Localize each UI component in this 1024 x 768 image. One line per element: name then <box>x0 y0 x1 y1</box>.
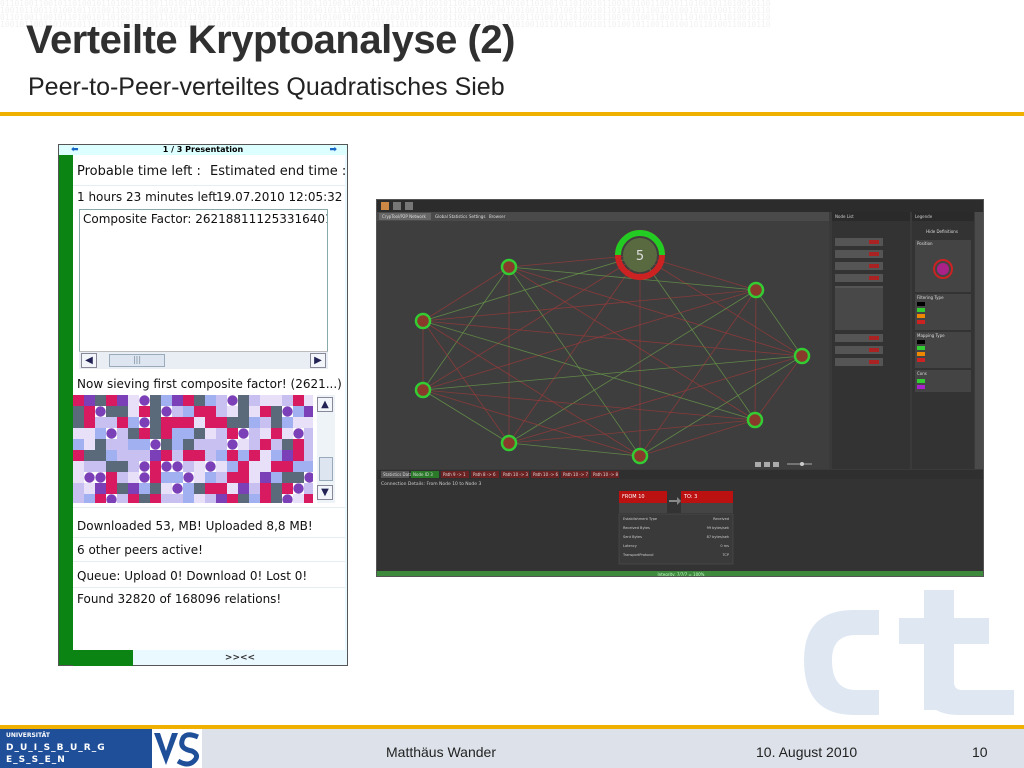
footer-author: Matthäus Wander <box>386 744 496 760</box>
svg-text:Position: Position <box>917 241 933 246</box>
detail-row-value: 99 bytes/sek <box>707 526 730 530</box>
peers-status: 6 other peers active! <box>77 543 203 557</box>
tab-settings: Settings <box>469 214 485 219</box>
connection-tab: Path 10 -> 7 <box>563 472 588 477</box>
legend-button: Hide Definitions <box>926 229 958 234</box>
vertical-scroll-thumb[interactable] <box>319 457 333 481</box>
ct-watermark-logo <box>804 590 1014 715</box>
tab-network: CrypTool/P2P Network <box>382 214 426 219</box>
detail-row-value: Received <box>713 517 729 521</box>
detail-row-label: Latency <box>623 544 637 548</box>
detail-row-label: Sent Bytes <box>623 535 642 539</box>
slide-title: Verteilte Kryptoanalyse (2) <box>26 18 515 62</box>
detail-row-value: 0 ms <box>720 544 729 548</box>
bottom-status: Integrity: 7/7/7 = 100% <box>658 572 705 577</box>
detail-row-label: Establishment Type <box>623 517 657 521</box>
time-left-value: 1 hours 23 minutes left <box>77 190 217 204</box>
queue-status: Queue: Upload 0! Download 0! Lost 0! <box>77 569 308 583</box>
slide-subtitle: Peer-to-Peer-verteiltes Quadratisches Si… <box>28 73 505 101</box>
connection-tab: Path 8 -> 6 <box>473 472 496 477</box>
window-title: 1 / 3 Presentation <box>162 145 244 154</box>
connection-tab: Node ID 3 <box>413 472 433 477</box>
horizontal-scrollbar[interactable]: ◀ ||| ▶ <box>79 351 328 369</box>
connection-details-title: Connection Details: From Node 10 to Node… <box>381 481 481 487</box>
sieving-status: Now sieving first composite factor! (262… <box>77 377 342 391</box>
connection-tab: Path 10 -> 6 <box>533 472 558 477</box>
title-divider <box>0 112 1024 116</box>
university-logo: UNIVERSITÄT D_U_I_S_B_U_R_G E_S_S_E_N <box>0 729 152 768</box>
connection-tab: Path 10 -> 3 <box>503 472 528 477</box>
sieve-visualization <box>73 395 313 503</box>
vertical-scrollbar[interactable]: ▲ ▼ <box>317 395 335 503</box>
tab-global-stats: Global Statistics <box>435 214 467 219</box>
connection-tab: Statistics Data <box>383 472 413 477</box>
estimated-end-label: Estimated end time : <box>210 164 347 179</box>
network-visualization-screenshot: CrypTool/P2P Network Global Statistics S… <box>376 199 984 577</box>
detail-row-label: TransportProtocol <box>622 553 654 557</box>
slide-footer: UNIVERSITÄT D_U_I_S_B_U_R_G E_S_S_E_N <box>0 725 1024 768</box>
transfer-status: Downloaded 53, MB! Uploaded 8,8 MB! <box>77 519 313 533</box>
detail-row-label: Received Bytes <box>623 526 650 530</box>
to-label: TO: 3 <box>683 494 697 500</box>
node-list-title: Node List <box>835 214 854 219</box>
tab-browser: Browser <box>489 214 506 219</box>
network-graph-svg: CrypTool/P2P Network Global Statistics S… <box>377 200 983 577</box>
connection-tab: Path 10 -> 8 <box>593 472 618 477</box>
composite-factor-textbox[interactable]: Composite Factor: 2621881112533164012689… <box>79 209 328 369</box>
legend-title: Legende <box>915 214 933 219</box>
probable-time-label: Probable time left : <box>77 164 201 179</box>
svg-text:Filtering Type: Filtering Type <box>917 295 944 300</box>
svg-text:Mapping Type: Mapping Type <box>917 333 945 338</box>
footer-date: 10. August 2010 <box>756 744 858 760</box>
scroll-thumb[interactable]: ||| <box>109 354 165 367</box>
green-footer-bar <box>73 650 133 666</box>
green-sidebar <box>59 155 73 665</box>
composite-factor-text: Composite Factor: 2621881112533164012689… <box>83 212 327 226</box>
end-time-value: 19.07.2010 12:05:32 <box>216 190 343 204</box>
center-node-value: 5 <box>636 249 644 264</box>
connection-tab: Path 9 -> 1 <box>443 472 466 477</box>
detail-row-value: TCP <box>722 553 730 557</box>
vs-logo <box>152 729 202 768</box>
nav-forward-icon[interactable]: ➡ <box>329 146 337 155</box>
presentation-window: ⬅ 1 / 3 Presentation ➡ Probable time lef… <box>58 144 348 666</box>
detail-row-value: 87 bytes/sek <box>707 535 730 539</box>
window-titlebar: ⬅ 1 / 3 Presentation ➡ <box>59 145 347 155</box>
from-label: FROM 10 <box>622 494 645 500</box>
scroll-right-button[interactable]: ▶ <box>310 353 326 368</box>
svg-text:Cons: Cons <box>917 371 927 376</box>
collapse-toggle[interactable]: >><< <box>133 650 347 666</box>
footer-page-number: 10 <box>972 744 988 760</box>
nav-back-icon[interactable]: ⬅ <box>71 146 79 155</box>
app-content: Probable time left : Estimated end time … <box>73 155 347 650</box>
scroll-up-button[interactable]: ▲ <box>317 397 333 412</box>
relations-status: Found 32820 of 168096 relations! <box>77 592 282 606</box>
scroll-left-button[interactable]: ◀ <box>81 353 97 368</box>
scroll-down-button[interactable]: ▼ <box>317 485 333 500</box>
